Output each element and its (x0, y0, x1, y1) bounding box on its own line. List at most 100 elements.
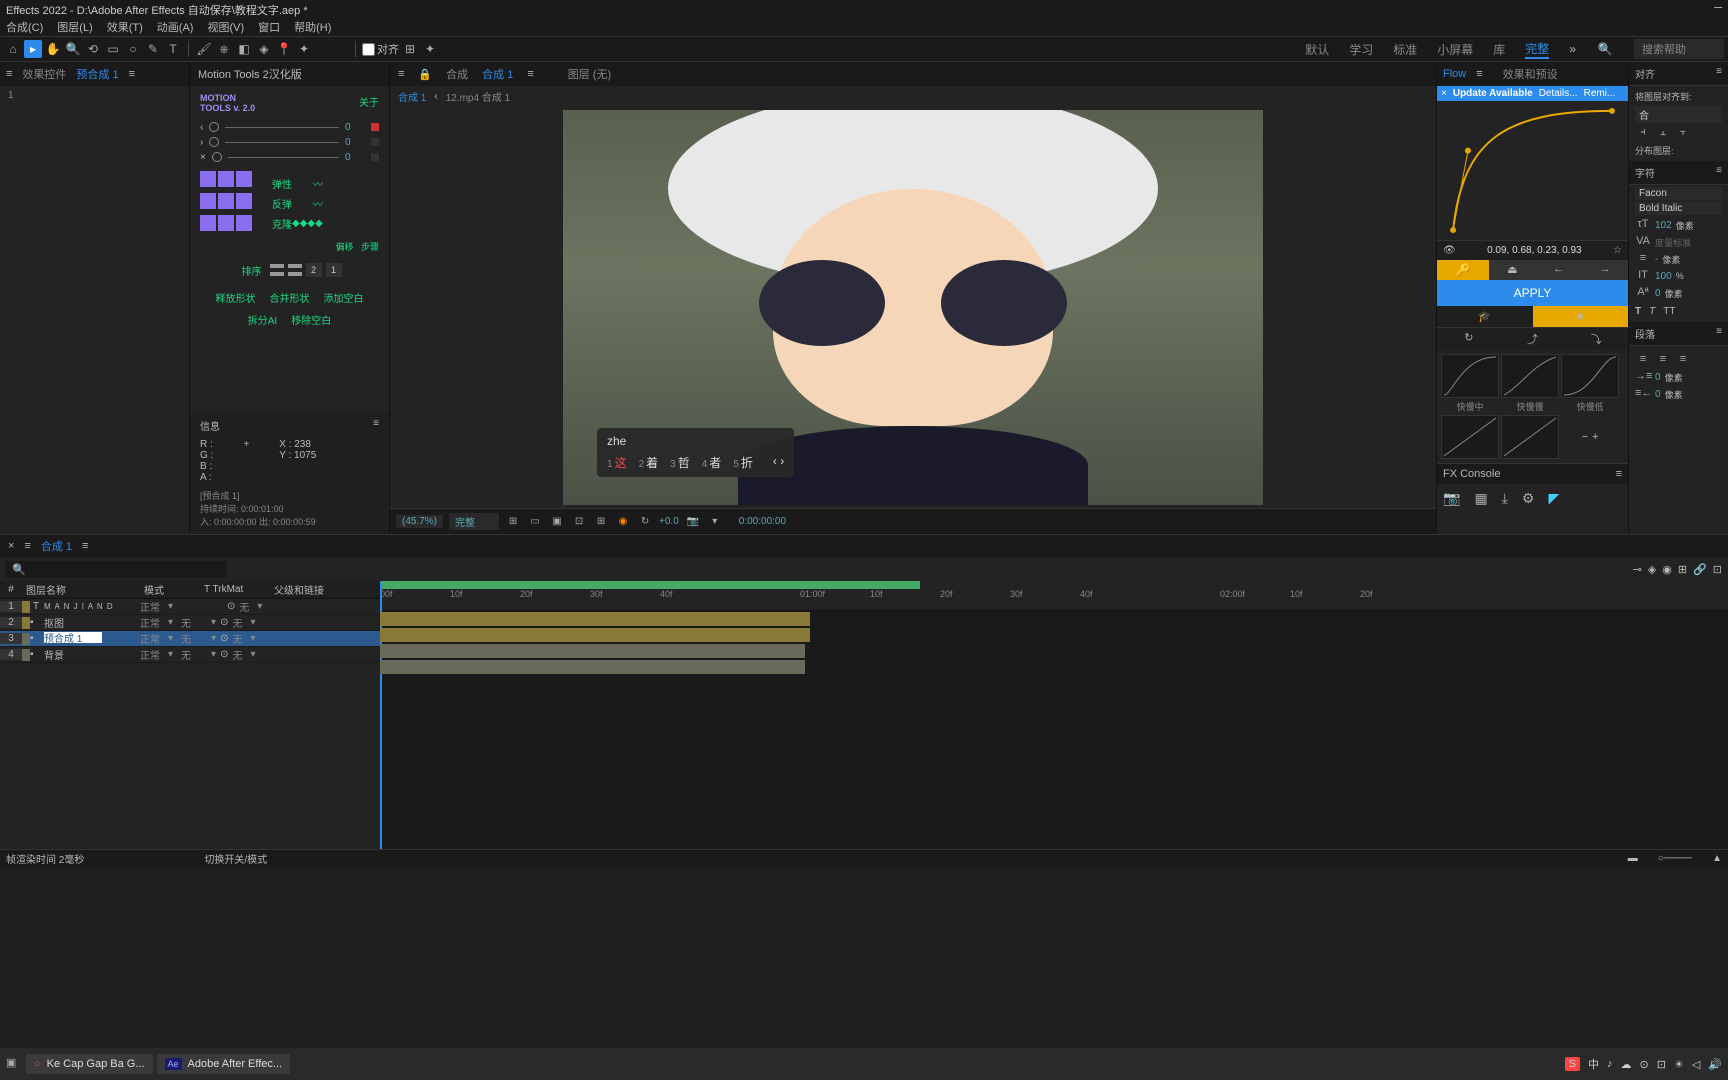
timeline-tracks[interactable]: 00f 10f 20f 30f 40f 01:00f 10f 20f 30f 4… (380, 581, 1728, 849)
flow-star-btn[interactable]: ★ (1533, 306, 1629, 327)
tray-6-icon[interactable]: ☀ (1674, 1058, 1684, 1071)
ws-lib[interactable]: 库 (1493, 41, 1505, 58)
trk-dd-2[interactable]: 无 (177, 615, 207, 630)
preset-3[interactable] (1561, 354, 1619, 398)
vc-grid-icon[interactable]: ⊞ (505, 515, 521, 529)
preset-minus[interactable]: − (1582, 431, 1588, 443)
flow-tab-menu-icon[interactable]: ≡ (1476, 68, 1482, 80)
fx-gear-icon[interactable]: ⚙ (1522, 490, 1535, 507)
slider-2[interactable]: ›0 (200, 137, 379, 148)
menu-window[interactable]: 窗口 (258, 19, 280, 35)
snap-toggle[interactable] (362, 43, 375, 56)
apply-button[interactable]: APPLY (1437, 280, 1628, 306)
slider-3[interactable]: ×0 (200, 152, 379, 163)
tl-tab[interactable]: 合成 1 (41, 538, 72, 554)
pen-tool[interactable]: ✎ (144, 40, 162, 58)
parent-dd-3[interactable]: 无 (228, 631, 246, 646)
flow-left-icon[interactable]: ← (1536, 260, 1582, 280)
ws-learn[interactable]: 学习 (1349, 41, 1373, 58)
tl-fx-icon[interactable]: ◈ (1648, 563, 1656, 576)
parent-dd-4[interactable]: 无 (228, 647, 246, 662)
preset-5[interactable] (1501, 415, 1559, 459)
menu-view[interactable]: 视图(V) (207, 19, 244, 35)
trk-dd-4[interactable]: 无 (177, 647, 207, 662)
layer-color-1[interactable] (22, 601, 30, 613)
layer-name-1[interactable]: M A N J I A N D (42, 602, 136, 611)
vc-refresh-icon[interactable]: ↻ (637, 515, 653, 529)
layer-name-4[interactable]: 背景 (42, 647, 136, 662)
align-c-icon[interactable]: ⫠ (1655, 126, 1671, 140)
comp-tab-label[interactable]: 合成 (446, 66, 468, 82)
rect-tool[interactable]: ▭ (104, 40, 122, 58)
layer-color-2[interactable] (22, 617, 30, 629)
menu-help[interactable]: 帮助(H) (294, 19, 331, 35)
hdr-parent[interactable]: 父级和链接 (270, 582, 370, 597)
hdr-mode[interactable]: 模式 (140, 582, 200, 597)
zoom-dropdown[interactable]: (45.7%) (396, 515, 443, 528)
tray-lang-icon[interactable]: 中 (1588, 1056, 1599, 1072)
align-l-icon[interactable]: ⫞ (1635, 126, 1651, 140)
flow-curve-editor[interactable] (1437, 101, 1628, 241)
flow-fav-icon[interactable]: ☆ (1613, 245, 1622, 256)
parent-dd-1[interactable]: 无 (235, 599, 253, 614)
ime-cand-2[interactable]: 2着 (639, 454, 659, 471)
vc-colorwheel-icon[interactable]: ◉ (615, 515, 631, 529)
vscale-val[interactable]: 100 (1655, 271, 1672, 282)
work-area[interactable] (380, 581, 920, 589)
parent-link-icon-4[interactable]: ⊙ (220, 649, 228, 660)
time-value[interactable]: 0:00:00:00 (739, 516, 786, 527)
selection-tool[interactable]: ▸ (24, 40, 42, 58)
sort-btn[interactable]: 排序 (238, 261, 266, 280)
flow-cap-icon[interactable]: 🎓 (1437, 306, 1533, 327)
vc-safe-icon[interactable]: ⊡ (571, 515, 587, 529)
menu-layer[interactable]: 图层(L) (57, 19, 92, 35)
flow-eye-icon[interactable]: 👁 (1443, 245, 1456, 256)
tl-shy-icon[interactable]: ⊸ (1633, 563, 1642, 576)
menu-effect[interactable]: 效果(T) (107, 19, 143, 35)
size-val[interactable]: 102 (1655, 220, 1672, 231)
parent-link-icon-2[interactable]: ⊙ (220, 617, 228, 628)
font-family[interactable]: Facon (1635, 187, 1722, 200)
stamp-tool[interactable]: ⎈ (215, 40, 233, 58)
tl-mb-icon[interactable]: ◉ (1662, 563, 1672, 576)
eraser-tool[interactable]: ◧ (235, 40, 253, 58)
fx-send-icon[interactable]: ◤ (1548, 490, 1559, 507)
flow-reload-icon[interactable]: ↻ (1437, 328, 1501, 350)
parent-dd-2[interactable]: 无 (228, 615, 246, 630)
vc-mask-icon[interactable]: ▭ (527, 515, 543, 529)
menu-comp[interactable]: 合成(C) (6, 19, 43, 35)
char-menu-icon[interactable]: ≡ (1716, 165, 1722, 176)
orbit-tool[interactable]: ⟲ (84, 40, 102, 58)
taskbar-app-2[interactable]: Ae Adobe After Effec... (157, 1054, 291, 1074)
sort-desc-icon[interactable] (288, 264, 302, 276)
preset-plus[interactable]: + (1592, 431, 1598, 443)
bold-icon[interactable]: T (1635, 306, 1641, 317)
tl-menu-icon[interactable]: ≡ (24, 540, 30, 552)
fxconsole-menu-icon[interactable]: ≡ (1616, 468, 1622, 480)
res-dropdown[interactable]: 完整 (449, 513, 499, 530)
sort-val-2[interactable]: 1 (326, 263, 342, 277)
search-help-input[interactable]: 搜索帮助 (1634, 39, 1724, 59)
close-notice-icon[interactable]: × (1441, 88, 1447, 99)
puppet-tool[interactable]: 📍 (275, 40, 293, 58)
hdr-num[interactable]: # (0, 584, 22, 595)
addnull-btn[interactable]: 添加空白 (320, 288, 368, 307)
layer-row-1[interactable]: 1 T M A N J I A N D 正常▾ ⊙ 无▾ (0, 599, 380, 615)
slider-1[interactable]: ‹0 (200, 122, 379, 133)
layer-row-3[interactable]: 3 ▪ 正常▾ 无▾ ⊙ 无▾ (0, 631, 380, 647)
text-tool[interactable]: T (164, 40, 182, 58)
ws-standard[interactable]: 标准 (1393, 41, 1417, 58)
wand-tool[interactable]: ✦ (295, 40, 313, 58)
precomp-tab[interactable]: 预合成 1 (76, 66, 118, 82)
layer-name-2[interactable]: 抠图 (42, 615, 136, 630)
mode-dd-2[interactable]: 正常 (136, 615, 164, 630)
preset-1[interactable] (1441, 354, 1499, 398)
preset-4[interactable] (1441, 415, 1499, 459)
comp-tab-opts-icon[interactable]: ≡ (527, 68, 533, 80)
sort-val-1[interactable]: 2 (306, 263, 322, 277)
ime-nav-icon[interactable]: ‹ › (773, 454, 784, 471)
comp-menu-icon[interactable]: ≡ (398, 68, 404, 80)
track-bar-2[interactable] (380, 628, 810, 642)
release-btn[interactable]: 释放形状 (212, 288, 260, 307)
tl-tab-opts-icon[interactable]: ≡ (82, 540, 88, 552)
